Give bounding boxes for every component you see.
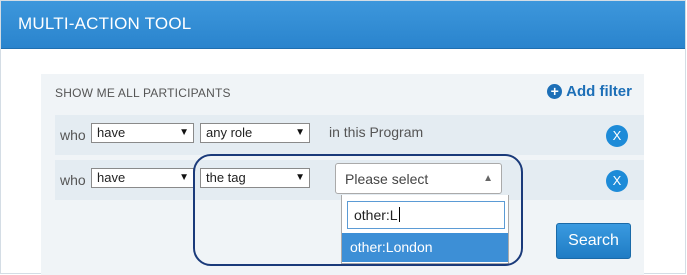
tag-search-value: other:L: [354, 207, 398, 223]
caret-up-icon: ▲: [483, 173, 493, 184]
remove-filter-button[interactable]: X: [606, 170, 628, 192]
dropdown-arrow-icon: ▼: [179, 172, 189, 183]
filter-row-1: who have ▼ any role ▼ in this Program X: [55, 115, 644, 155]
add-filter-label: Add filter: [566, 83, 632, 100]
remove-filter-button[interactable]: X: [606, 125, 628, 147]
who-label: who: [60, 172, 86, 188]
have-select[interactable]: have ▼: [91, 168, 194, 188]
multi-action-panel: MULTI-ACTION TOOL SHOW ME ALL PARTICIPAN…: [0, 0, 686, 275]
text-cursor: [398, 207, 400, 222]
tag-search-input[interactable]: other:L: [347, 201, 505, 229]
have-select-value: have: [97, 170, 126, 185]
dropdown-arrow-icon: ▼: [295, 127, 305, 138]
tag-condition-select[interactable]: the tag ▼: [200, 168, 310, 188]
dropdown-arrow-icon: ▼: [295, 172, 305, 183]
role-select[interactable]: any role ▼: [200, 123, 310, 143]
tag-dropdown: other:L other:London: [341, 195, 509, 264]
search-button[interactable]: Search: [556, 223, 631, 259]
tag-select[interactable]: Please select ▲: [335, 163, 502, 194]
add-filter-button[interactable]: + Add filter: [547, 83, 632, 100]
in-program-label: in this Program: [329, 124, 424, 140]
plus-circle-icon: +: [547, 84, 563, 99]
dropdown-arrow-icon: ▼: [179, 127, 189, 138]
panel-header: MULTI-ACTION TOOL: [1, 1, 685, 49]
have-select-value: have: [97, 125, 126, 140]
dropdown-option[interactable]: other:London: [342, 233, 508, 262]
tag-condition-value: the tag: [206, 170, 246, 185]
tag-select-placeholder: Please select: [345, 171, 429, 187]
filter-box-label: SHOW ME ALL PARTICIPANTS: [55, 86, 231, 100]
who-label: who: [60, 127, 86, 143]
role-select-value: any role: [206, 125, 253, 140]
panel-title: MULTI-ACTION TOOL: [18, 14, 192, 33]
have-select[interactable]: have ▼: [91, 123, 194, 143]
